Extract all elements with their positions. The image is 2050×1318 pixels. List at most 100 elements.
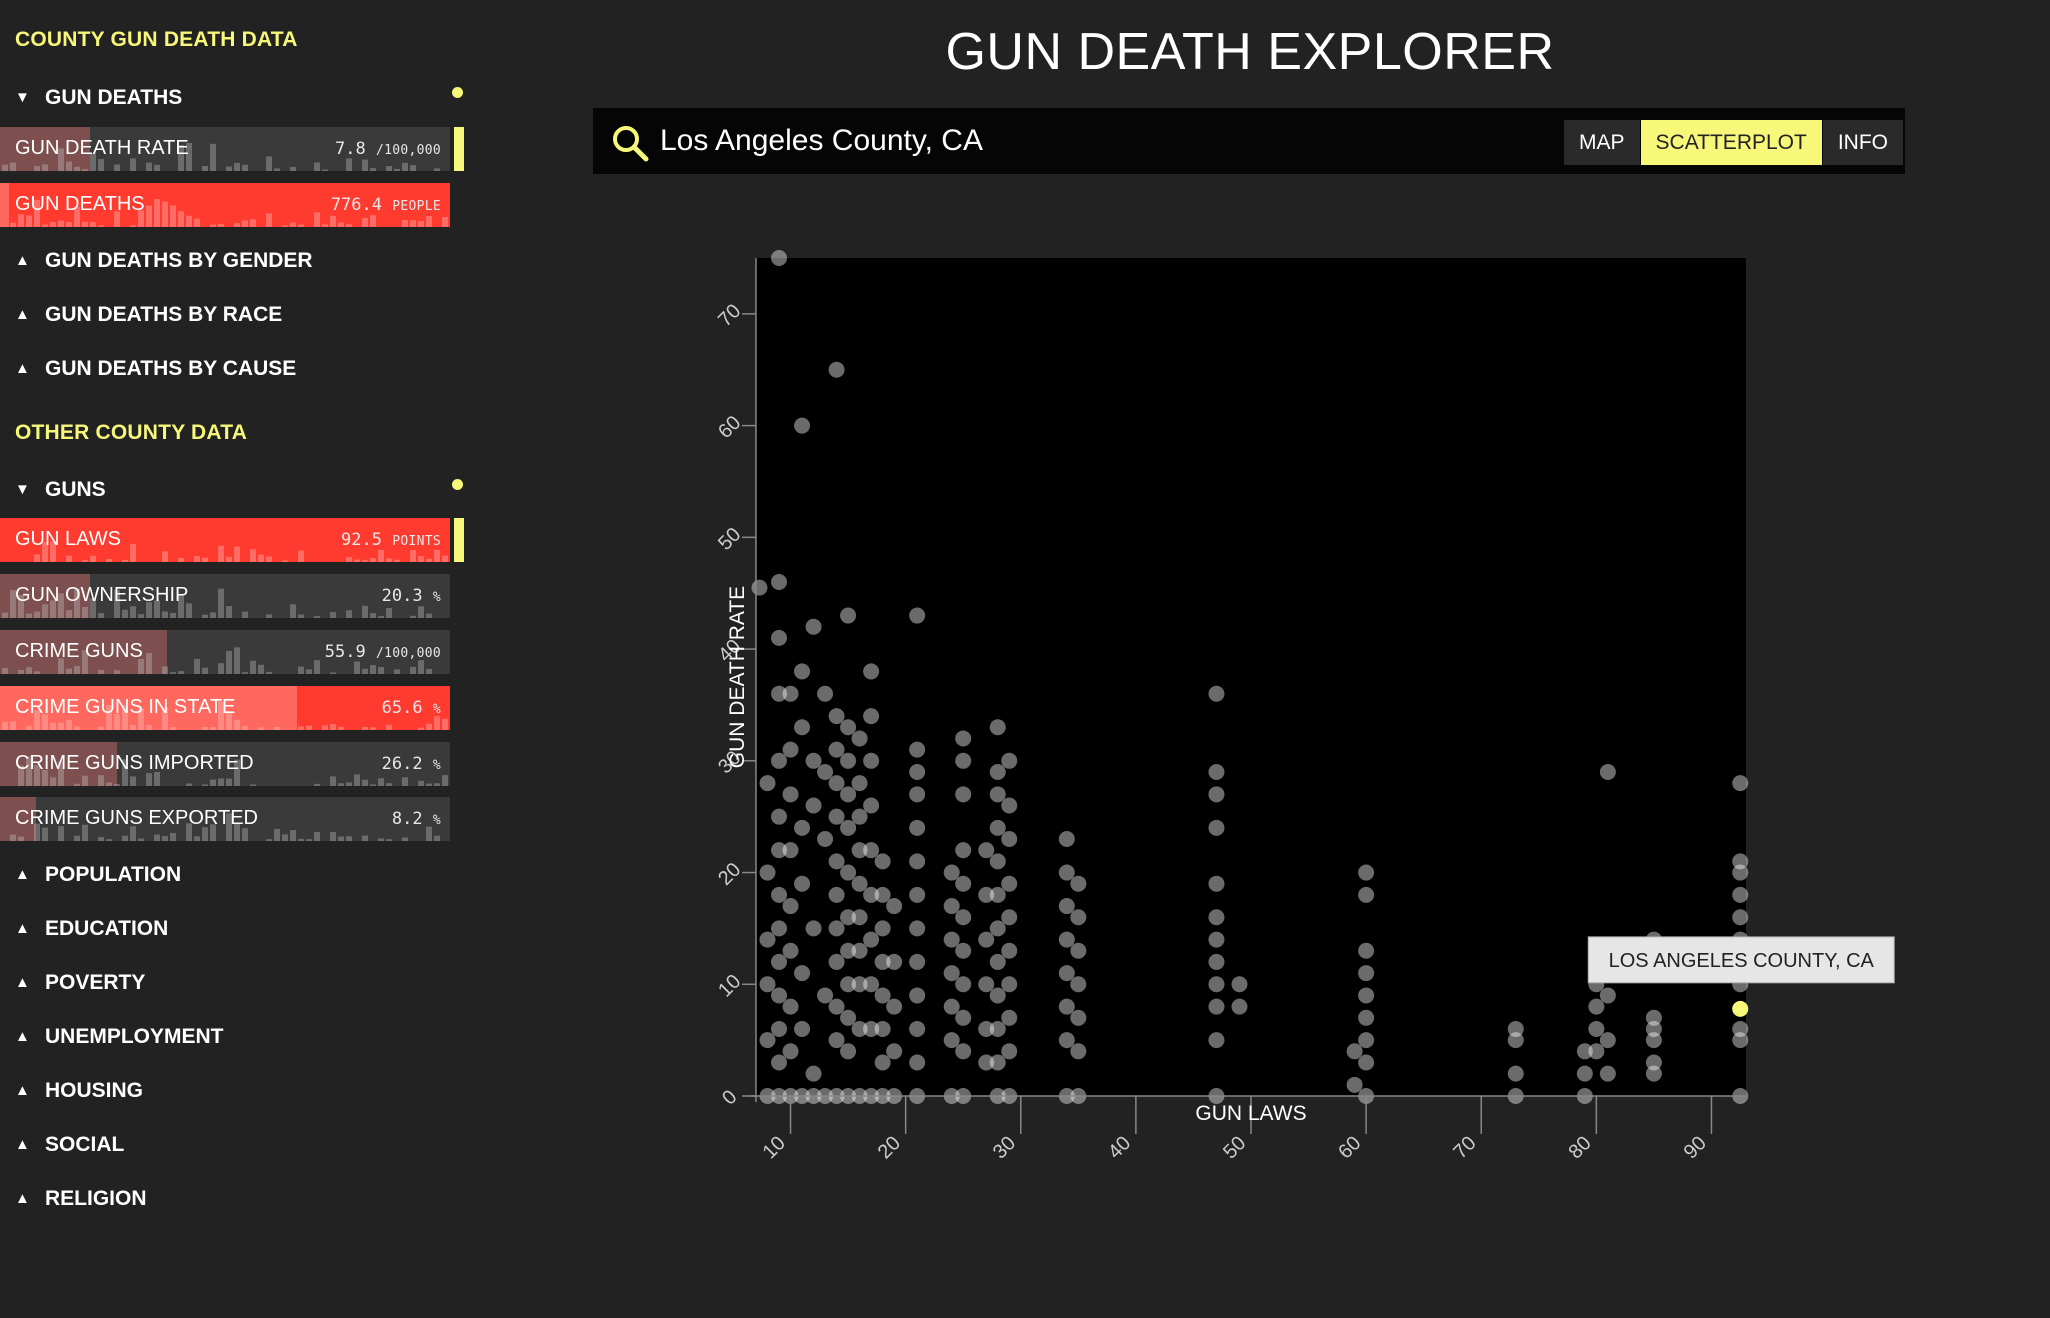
scatter-point: [840, 752, 857, 769]
scatter-point: [886, 898, 903, 915]
metric-row-gun-laws[interactable]: GUN LAWS 92.5 POINTS: [0, 518, 450, 562]
metric-row-crime-guns[interactable]: CRIME GUNS 55.9 /100,000: [0, 630, 450, 674]
histogram-bar: [410, 666, 416, 674]
metric-row-crime-guns-imported[interactable]: CRIME GUNS IMPORTED 26.2 %: [0, 742, 450, 786]
metric-value: 55.9 /100,000: [325, 642, 441, 662]
scatter-point: [943, 998, 960, 1015]
section-title-other-county-data: OTHER COUNTY DATA: [15, 421, 248, 444]
metric-row-gun-deaths[interactable]: GUN DEATHS 776.4 PEOPLE: [0, 183, 450, 227]
group-label: GUN DEATHS: [45, 86, 183, 109]
y-tick-label: 50: [714, 523, 745, 554]
scatter-point: [828, 708, 845, 725]
histogram-bar: [274, 168, 280, 171]
histogram-bar: [370, 784, 376, 786]
group-label: POPULATION: [45, 863, 182, 886]
histogram-bar: [378, 666, 384, 674]
histogram-bar: [298, 614, 304, 618]
histogram-bar: [114, 164, 120, 171]
metric-unit: /100,000: [375, 143, 441, 158]
histogram-bar: [266, 614, 272, 618]
metric-row-gun-ownership[interactable]: GUN OWNERSHIP 20.3 %: [0, 574, 450, 618]
histogram-bar: [290, 167, 296, 171]
metric-number: 65.6: [381, 698, 433, 718]
scatter-point: [955, 1043, 972, 1060]
histogram-bar: [442, 718, 448, 730]
group-gun-deaths-by-gender[interactable]: ▲ GUN DEATHS BY GENDER: [15, 249, 313, 273]
caret-up-icon: ▲: [15, 920, 30, 937]
group-guns[interactable]: ▼ GUNS: [15, 478, 106, 502]
histogram-bar: [290, 222, 296, 227]
group-education[interactable]: ▲ EDUCATION: [15, 917, 168, 941]
histogram-bar: [146, 652, 152, 674]
metric-label: GUN LAWS: [15, 528, 121, 550]
histogram-bar: [346, 557, 352, 562]
scatter-point: [1001, 1009, 1018, 1026]
scatter-point: [851, 909, 868, 926]
scatter-point: [1208, 931, 1225, 948]
tab-info[interactable]: INFO: [1822, 120, 1903, 165]
group-population[interactable]: ▲ POPULATION: [15, 863, 181, 887]
x-tick-label: 20: [874, 1132, 905, 1163]
group-gun-deaths[interactable]: ▼ GUN DEATHS: [15, 86, 182, 110]
histogram-bar: [106, 782, 112, 786]
caret-up-icon: ▲: [15, 1190, 30, 1207]
histogram-bar: [234, 647, 240, 674]
scatter-point: [1588, 1020, 1605, 1037]
scatter-point: [771, 1054, 788, 1071]
search-icon[interactable]: [611, 124, 651, 169]
scatter-point: [874, 1020, 891, 1037]
metric-unit: %: [432, 758, 441, 773]
group-unemployment[interactable]: ▲ UNEMPLOYMENT: [15, 1025, 224, 1049]
metric-row-gun-death-rate[interactable]: GUN DEATH RATE 7.8 /100,000: [0, 127, 450, 171]
histogram-bar: [82, 606, 88, 618]
selected-marker[interactable]: [454, 518, 464, 562]
scatter-point: [1058, 931, 1075, 948]
scatter-point: [1346, 1043, 1363, 1060]
scatter-point: [863, 931, 880, 948]
group-poverty[interactable]: ▲ POVERTY: [15, 971, 145, 995]
histogram-bar: [138, 614, 144, 618]
histogram-bar: [370, 168, 376, 171]
metric-label: CRIME GUNS EXPORTED: [15, 807, 258, 829]
scatter-point: [794, 663, 811, 680]
tab-scatterplot[interactable]: SCATTERPLOT: [1640, 120, 1822, 165]
group-label: GUNS: [45, 478, 106, 501]
x-tick-label: 80: [1564, 1132, 1595, 1163]
scatter-point: [1599, 1065, 1616, 1082]
group-religion[interactable]: ▲ RELIGION: [15, 1187, 147, 1211]
selected-marker[interactable]: [454, 127, 464, 171]
histogram-bar: [442, 217, 448, 227]
histogram-bar: [378, 549, 384, 562]
scatter-point: [759, 775, 776, 792]
group-social[interactable]: ▲ SOCIAL: [15, 1133, 124, 1157]
metric-row-crime-guns-exported[interactable]: CRIME GUNS EXPORTED 8.2 %: [0, 797, 450, 841]
group-housing[interactable]: ▲ HOUSING: [15, 1079, 143, 1103]
metric-row-crime-guns-in-state[interactable]: CRIME GUNS IN STATE 65.6 %: [0, 686, 450, 730]
histogram-bar: [34, 611, 40, 618]
group-gun-deaths-by-cause[interactable]: ▲ GUN DEATHS BY CAUSE: [15, 357, 296, 381]
histogram-bar: [250, 219, 256, 227]
histogram-bar: [146, 162, 152, 171]
caret-up-icon: ▲: [15, 866, 30, 883]
scatter-point: [851, 730, 868, 747]
search-input[interactable]: [658, 121, 1462, 161]
histogram-bar: [234, 546, 240, 562]
histogram-bar: [314, 660, 320, 674]
scatter-point: [840, 607, 857, 624]
scatter-point: [828, 920, 845, 937]
scatter-point: [851, 875, 868, 892]
scatter-point: [1645, 1065, 1662, 1082]
scatter-point: [874, 1054, 891, 1071]
histogram-bar: [242, 828, 248, 841]
scatter-point: [1070, 976, 1087, 993]
histogram-bar: [434, 549, 440, 562]
scatter-point: [1588, 998, 1605, 1015]
scatter-point: [759, 931, 776, 948]
scatter-point: [1599, 763, 1616, 780]
histogram-bar: [386, 608, 392, 618]
tab-map[interactable]: MAP: [1564, 120, 1640, 165]
scatter-point: [989, 953, 1006, 970]
group-gun-deaths-by-race[interactable]: ▲ GUN DEATHS BY RACE: [15, 303, 282, 327]
histogram-bar: [130, 225, 136, 227]
histogram-bar: [194, 218, 200, 227]
